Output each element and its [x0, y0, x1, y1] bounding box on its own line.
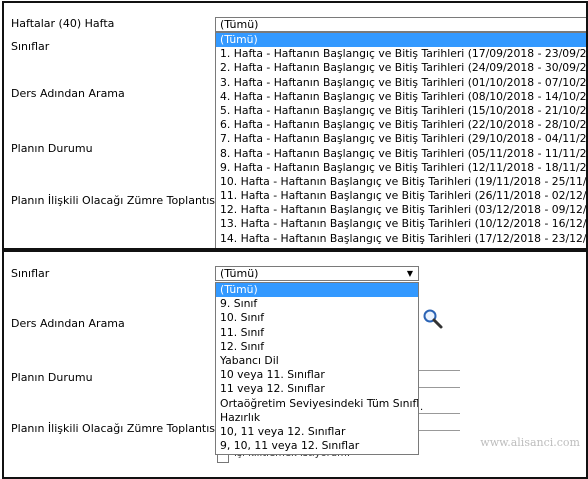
caret-down-icon[interactable]: ▼: [407, 267, 413, 280]
dropdown-option[interactable]: 3. Hafta - Haftanın Başlangıç ve Bitiş T…: [216, 76, 586, 90]
classes-label: Sınıflar: [11, 40, 50, 53]
meeting-field-edge: [418, 413, 460, 414]
dropdown-option[interactable]: 11 veya 12. Sınıflar: [216, 382, 418, 396]
dropdown-option[interactable]: 9. Hafta - Haftanın Başlangıç ve Bitiş T…: [216, 161, 586, 175]
classes-filter-panel: Sınıflar Ders Adından Arama Planın Durum…: [2, 250, 588, 479]
dropdown-option-selected[interactable]: (Tümü): [216, 33, 586, 48]
watermark: www.alisanci.com: [480, 436, 580, 449]
weeks-dropdown-list[interactable]: (Tümü) 1. Hafta - Haftanın Başlangıç ve B…: [215, 32, 586, 248]
status-field-edge: [418, 370, 460, 371]
meeting-field-edge: [418, 430, 460, 431]
dropdown-option[interactable]: 14. Hafta - Haftanın Başlangıç ve Bitiş …: [216, 232, 586, 246]
classes-label: Sınıflar: [11, 267, 50, 280]
dropdown-option[interactable]: Yabancı Dil: [216, 354, 418, 368]
dropdown-option[interactable]: 6. Hafta - Haftanın Başlangıç ve Bitiş T…: [216, 118, 586, 132]
weeks-select-value: (Tümü): [220, 18, 259, 31]
dropdown-option[interactable]: 10, 11 veya 12. Sınıflar: [216, 425, 418, 439]
dropdown-option[interactable]: Hazırlık: [216, 411, 418, 425]
dropdown-option[interactable]: 8. Hafta - Haftanın Başlangıç ve Bitiş T…: [216, 147, 586, 161]
dropdown-option[interactable]: 9. Sınıf: [216, 297, 418, 311]
dropdown-option[interactable]: 10. Hafta - Haftanın Başlangıç ve Bitiş …: [216, 175, 586, 189]
classes-dropdown-list[interactable]: (Tümü) 9. Sınıf 10. Sınıf 11. Sınıf 12. Sını…: [215, 282, 419, 455]
dropdown-option[interactable]: 11. Sınıf: [216, 326, 418, 340]
course-search-label: Ders Adından Arama: [11, 317, 125, 330]
weeks-filter-panel: Haftalar (40) Hafta Sınıflar Ders Adında…: [2, 1, 588, 250]
dropdown-option[interactable]: 10. Sınıf: [216, 311, 418, 325]
classes-select[interactable]: (Tümü) ▼: [215, 266, 419, 281]
meeting-label: Planın İlişkili Olacağı Zümre Toplantısı: [11, 422, 219, 435]
dropdown-option[interactable]: 12. Sınıf: [216, 340, 418, 354]
plan-status-label: Planın Durumu: [11, 142, 93, 155]
dropdown-option[interactable]: 11. Hafta - Haftanın Başlangıç ve Bitiş …: [216, 189, 586, 203]
dropdown-option[interactable]: 2. Hafta - Haftanın Başlangıç ve Bitiş T…: [216, 61, 586, 75]
dropdown-option[interactable]: 12. Hafta - Haftanın Başlangıç ve Bitiş …: [216, 203, 586, 217]
dropdown-option[interactable]: 7. Hafta - Haftanın Başlangıç ve Bitiş T…: [216, 132, 586, 146]
plan-status-label: Planın Durumu: [11, 371, 93, 384]
course-search-label: Ders Adından Arama: [11, 87, 125, 100]
weeks-label: Haftalar (40) Hafta: [11, 17, 115, 30]
dropdown-option[interactable]: Ortaöğretim Seviyesindeki Tüm Sınıflar: [216, 397, 418, 411]
dropdown-option[interactable]: 4. Hafta - Haftanın Başlangıç ve Bitiş T…: [216, 90, 586, 104]
dropdown-option[interactable]: 1. Hafta - Haftanın Başlangıç ve Bitiş T…: [216, 47, 586, 61]
dropdown-option[interactable]: 13. Hafta - Haftanın Başlangıç ve Bitiş …: [216, 217, 586, 231]
magnifier-icon[interactable]: [422, 308, 444, 330]
classes-select-value: (Tümü): [220, 267, 259, 280]
dropdown-option[interactable]: 9, 10, 11 veya 12. Sınıflar: [216, 439, 418, 453]
status-field-edge: [418, 387, 460, 388]
weeks-select[interactable]: (Tümü): [215, 17, 586, 32]
dropdown-option[interactable]: 5. Hafta - Haftanın Başlangıç ve Bitiş T…: [216, 104, 586, 118]
dot-mark: .: [420, 402, 424, 413]
dropdown-option[interactable]: 10 veya 11. Sınıflar: [216, 368, 418, 382]
dropdown-option-selected[interactable]: (Tümü): [216, 283, 418, 298]
meeting-label: Planın İlişkili Olacağı Zümre Toplantısı: [11, 194, 219, 207]
